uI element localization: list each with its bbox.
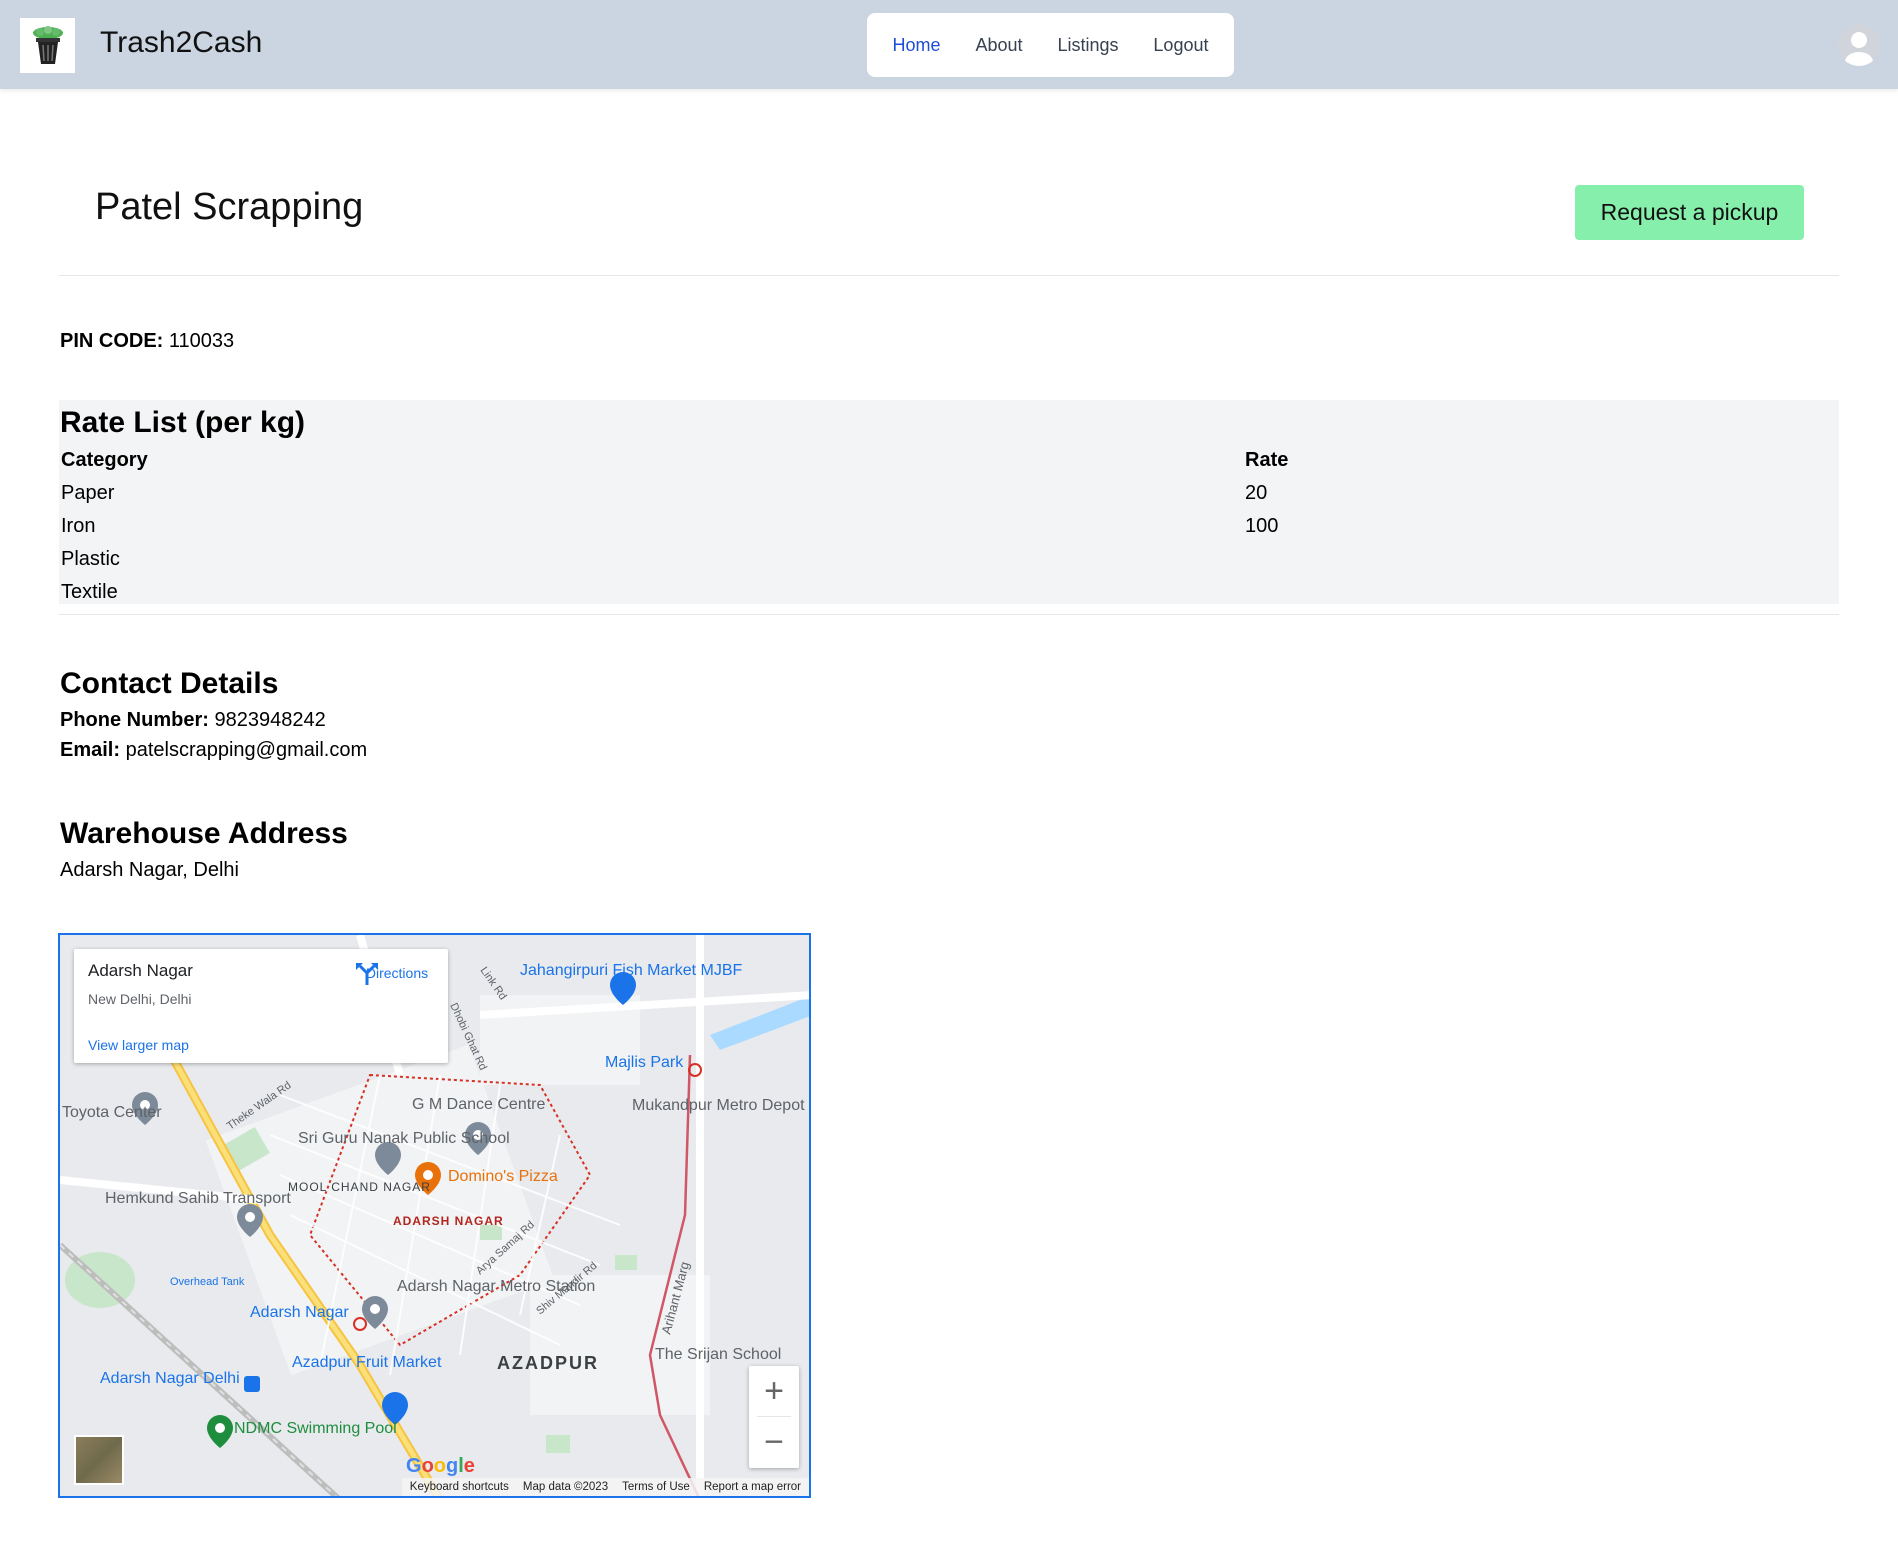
zoom-out-button[interactable]: −: [749, 1417, 799, 1467]
navbar: Trash2Cash Home About Listings Logout: [0, 0, 1898, 89]
satellite-toggle[interactable]: [74, 1435, 124, 1485]
rate-list-section: Rate List (per kg) Category Rate Paper 2…: [59, 400, 1839, 604]
map-label: Mukandpur Metro Depot: [632, 1097, 805, 1114]
table-row: Paper 20: [59, 477, 1839, 510]
table-row: Textile: [59, 576, 1839, 609]
divider: [59, 275, 1839, 276]
rate-list-title: Rate List (per kg): [60, 406, 306, 439]
email-value: patelscrapping@gmail.com: [125, 739, 368, 761]
map-label: Overhead Tank: [170, 1276, 245, 1288]
cell-category: Textile: [61, 581, 118, 603]
map-label: The Srijan School: [655, 1346, 781, 1363]
phone-value: 9823948242: [214, 709, 326, 731]
map-label: AZADPUR: [497, 1353, 599, 1373]
map-label: Sri Guru Nanak Public School: [298, 1130, 510, 1147]
main-nav: Home About Listings Logout: [867, 13, 1234, 77]
cell-rate: [1243, 576, 1839, 609]
brand-logo[interactable]: [20, 18, 75, 73]
nav-listings-link[interactable]: Listings: [1051, 29, 1124, 62]
request-pickup-button[interactable]: Request a pickup: [1575, 185, 1804, 240]
listing-title: Patel Scrapping: [95, 186, 364, 228]
directions-icon: [356, 963, 378, 985]
map-data-text: Map data ©2023: [522, 1481, 609, 1493]
directions-button[interactable]: Directions: [354, 961, 440, 985]
brand-name[interactable]: Trash2Cash: [100, 26, 262, 60]
map-label: Adarsh Nagar Delhi: [100, 1370, 240, 1387]
phone-label: Phone Number:: [60, 709, 209, 731]
contact-title: Contact Details: [60, 667, 279, 700]
table-header-row: Category Rate: [59, 444, 1839, 477]
terms-link[interactable]: Terms of Use: [622, 1481, 690, 1493]
embedded-map[interactable]: Jahangirpuri Fish Market MJBF Majlis Par…: [58, 933, 811, 1498]
place-title: Adarsh Nagar: [88, 961, 193, 980]
cell-rate: 20: [1245, 482, 1268, 504]
user-avatar-icon[interactable]: [1838, 24, 1880, 66]
map-label: NDMC Swimming Pool: [234, 1420, 397, 1437]
address-title: Warehouse Address: [60, 817, 348, 850]
report-error-link[interactable]: Report a map error: [704, 1481, 801, 1493]
pin-code: PIN CODE: 110033: [60, 330, 234, 353]
pin-code-label: PIN CODE:: [60, 330, 164, 352]
cell-rate: [1243, 543, 1839, 576]
map-label: Adarsh Nagar: [250, 1304, 349, 1321]
divider: [59, 614, 1839, 615]
cell-rate: 100: [1245, 515, 1279, 537]
zoom-controls: + −: [749, 1366, 799, 1468]
email-label: Email:: [60, 739, 121, 761]
nav-about-link[interactable]: About: [969, 29, 1028, 62]
rate-table: Category Rate Paper 20 Iron 100 Plastic …: [59, 444, 1839, 609]
table-row: Plastic: [59, 543, 1839, 576]
nav-logout-link[interactable]: Logout: [1147, 29, 1214, 62]
pin-code-value: 110033: [168, 330, 235, 352]
map-label: MOOL CHAND NAGAR: [288, 1180, 431, 1194]
address-value: Adarsh Nagar, Delhi: [60, 859, 239, 881]
map-label: Jahangirpuri Fish Market MJBF: [520, 962, 743, 979]
map-label: Azadpur Fruit Market: [292, 1354, 442, 1371]
map-label: Hemkund Sahib Transport: [105, 1190, 291, 1207]
keyboard-shortcuts-link[interactable]: Keyboard shortcuts: [410, 1481, 509, 1493]
email-line: Email: patelscrapping@gmail.com: [60, 739, 367, 762]
map-label: Majlis Park: [605, 1054, 684, 1071]
column-header-category: Category: [61, 449, 148, 471]
zoom-in-button[interactable]: +: [749, 1366, 799, 1416]
phone-line: Phone Number: 9823948242: [60, 709, 326, 732]
map-label: ADARSH NAGAR: [393, 1214, 504, 1228]
map-attribution: Keyboard shortcuts Map data ©2023 Terms …: [401, 1478, 809, 1496]
cell-category: Iron: [61, 515, 96, 537]
place-subtitle: New Delhi, Delhi: [88, 991, 192, 1007]
table-row: Iron 100: [59, 510, 1839, 543]
trash-bin-icon: [32, 25, 63, 64]
map-label: G M Dance Centre: [412, 1096, 545, 1113]
view-larger-map-link[interactable]: View larger map: [88, 1037, 189, 1053]
place-info-card: Adarsh Nagar New Delhi, Delhi View large…: [74, 949, 448, 1063]
cell-category: Paper: [61, 482, 115, 504]
map-label: Domino's Pizza: [448, 1168, 558, 1185]
cell-category: Plastic: [61, 548, 120, 570]
column-header-rate: Rate: [1245, 449, 1289, 471]
nav-home-link[interactable]: Home: [886, 29, 946, 62]
map-label: Toyota Center: [62, 1104, 162, 1121]
google-logo: Google: [406, 1455, 475, 1477]
